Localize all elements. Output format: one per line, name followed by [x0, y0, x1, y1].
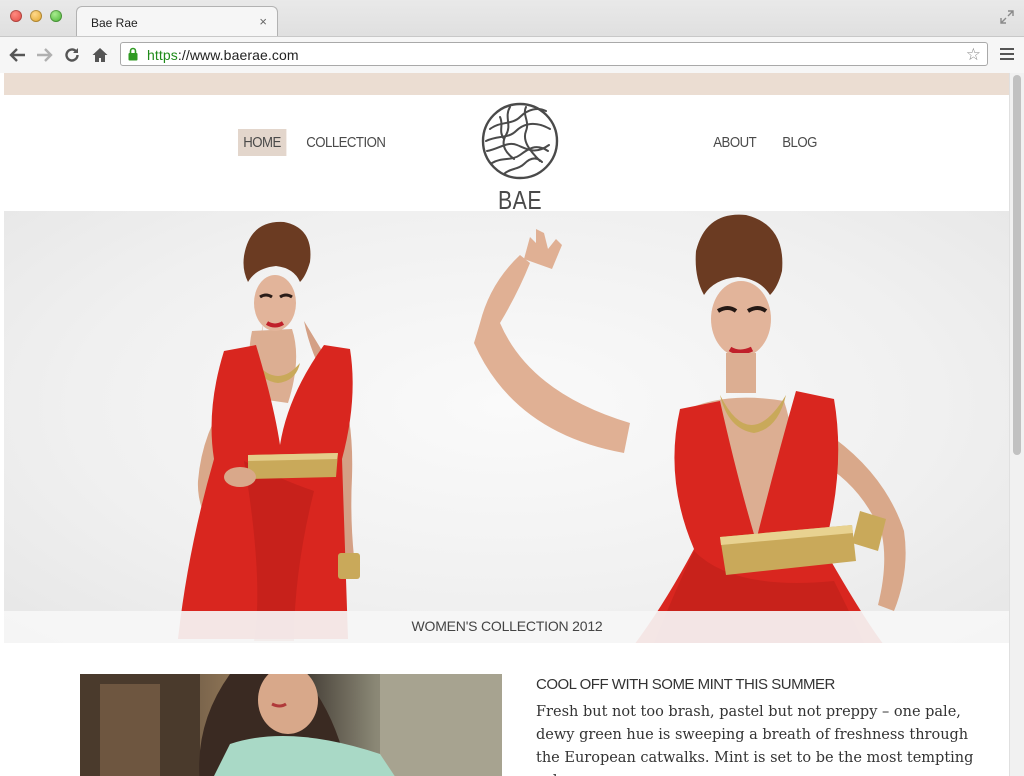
article-body: Fresh but not too brash, pastel but not … [536, 704, 974, 776]
model-right [474, 214, 906, 643]
nav-collection[interactable]: COLLECTION [301, 129, 391, 156]
address-bar[interactable]: https://www.baerae.com ☆ [120, 42, 988, 66]
nav-about[interactable]: ABOUT [708, 129, 761, 156]
nav-blog[interactable]: BLOG [777, 129, 822, 156]
reload-icon[interactable] [62, 45, 82, 65]
nav-home[interactable]: HOME [238, 129, 287, 156]
site-header: HOME COLLECTION BAE RAE ABOUT BLOG [4, 95, 1010, 246]
close-window-button[interactable] [10, 10, 22, 22]
minimize-window-button[interactable] [30, 10, 42, 22]
home-icon[interactable] [90, 45, 110, 65]
star-icon[interactable]: ☆ [966, 45, 981, 65]
primary-nav-left: HOME COLLECTION [238, 129, 402, 156]
hero-caption-bar: WOMEN'S COLLECTION 2012 [4, 611, 1010, 643]
scrollbar-thumb[interactable] [1013, 75, 1021, 455]
page-viewport: HOME COLLECTION BAE RAE ABOUT BLOG [0, 73, 1024, 776]
tab-title: Bae Rae [91, 16, 138, 30]
model-mint-image [80, 674, 502, 776]
hero-banner[interactable]: WOMEN'S COLLECTION 2012 [4, 211, 1010, 643]
fullscreen-icon[interactable] [1000, 10, 1014, 24]
top-accent-band [4, 73, 1010, 95]
article-photo[interactable] [80, 674, 502, 776]
menu-icon[interactable] [1000, 48, 1014, 60]
lock-icon [128, 47, 138, 61]
url-text: https://www.baerae.com [147, 47, 299, 63]
article-title[interactable]: COOL OFF WITH SOME MINT THIS SUMMER [536, 676, 835, 693]
maximize-window-button[interactable] [50, 10, 62, 22]
back-icon[interactable] [8, 45, 28, 65]
brand-logo-icon[interactable] [480, 101, 560, 181]
vertical-scrollbar[interactable] [1009, 73, 1024, 776]
browser-chrome: Bae Rae × https://www.baerae.com ☆ [0, 0, 1024, 73]
forward-icon[interactable] [34, 45, 54, 65]
tab-close-icon[interactable]: × [259, 14, 267, 29]
primary-nav-right: ABOUT BLOG [708, 129, 828, 156]
hero-models-image [178, 214, 906, 643]
window-controls [10, 10, 62, 22]
model-left [178, 221, 360, 641]
hero-caption: WOMEN'S COLLECTION 2012 [411, 618, 603, 634]
browser-toolbar: https://www.baerae.com ☆ [0, 36, 1024, 73]
browser-tab[interactable]: Bae Rae × [76, 6, 278, 37]
